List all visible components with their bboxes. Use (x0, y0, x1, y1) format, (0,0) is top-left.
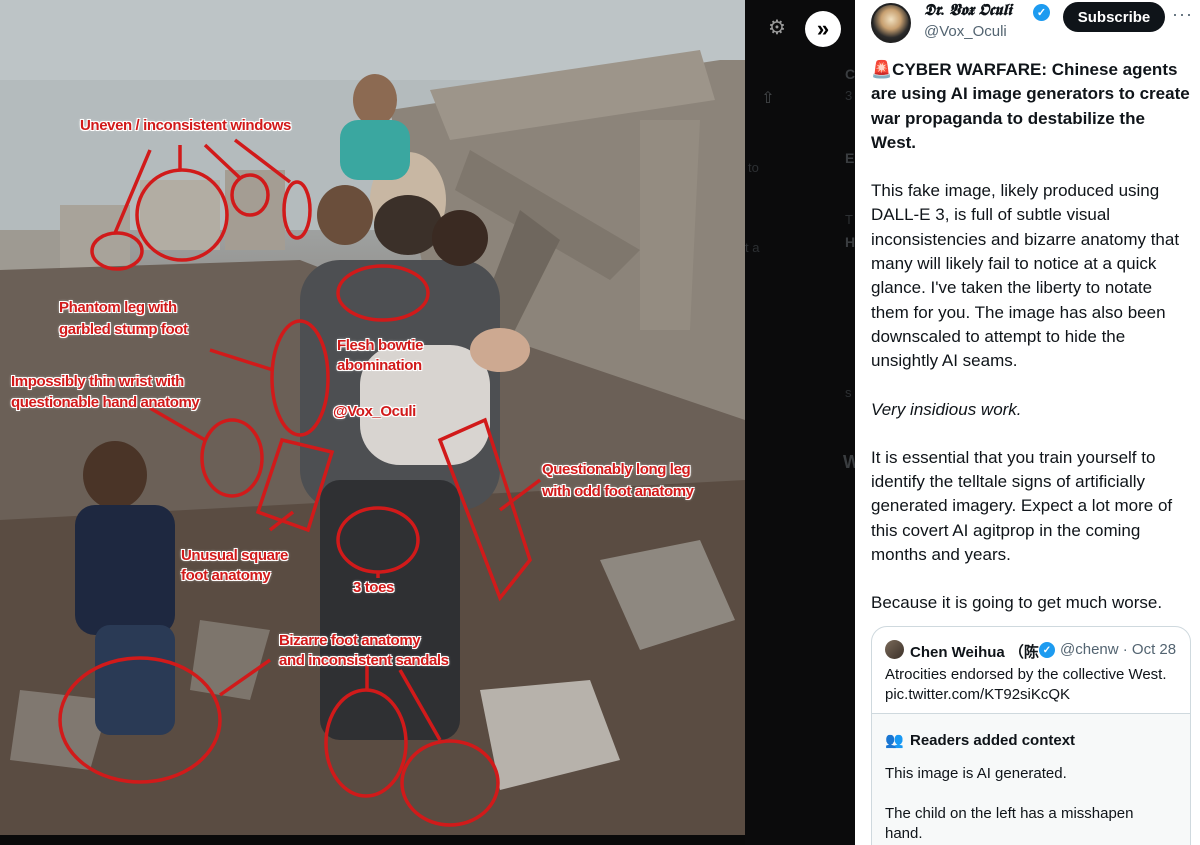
quoted-author-name: Chen Weihua （陈 (910, 644, 1039, 661)
tweet-panel: 𝕯𝖗. 𝖁𝖔𝖝 𝕺𝖈𝖚𝖑𝖎 ✓ @Vox_Oculi Subscribe ···… (855, 0, 1200, 845)
annotation-phantom-leg-2: garbled stump foot (59, 321, 188, 338)
annotation-phantom-leg-1: Phantom leg with (59, 299, 177, 316)
bg-fragment: E (845, 150, 855, 166)
tweet-paragraph: Because it is going to get much worse. (871, 593, 1163, 613)
gear-icon[interactable]: ⚙ (764, 14, 790, 40)
annotation-watermark: @Vox_Oculi (333, 403, 416, 420)
author-handle[interactable]: @Vox_Oculi (924, 23, 1007, 40)
annotation-three-toes: 3 toes (353, 579, 394, 596)
author-display-name[interactable]: 𝕯𝖗. 𝖁𝖔𝖝 𝕺𝖈𝖚𝖑𝖎 (924, 2, 1012, 20)
annotated-photo[interactable]: Uneven / inconsistent windows Phantom le… (0, 0, 745, 835)
bg-fragment: H (845, 234, 855, 250)
annotation-wrist-1: Impossibly thin wrist with (11, 373, 184, 390)
background-timeline: C 3 E to T H t a s W (745, 0, 855, 845)
people-icon: 👥 (885, 732, 904, 749)
quoted-tweet-text: Atrocities endorsed by the collective We… (885, 666, 1167, 703)
community-notes-title: Readers added context (910, 732, 1076, 749)
media-viewer: Uneven / inconsistent windows Phantom le… (0, 0, 855, 845)
annotation-sandals-2: and inconsistent sandals (279, 652, 449, 669)
annotation-bowtie-1: Flesh bowtie (337, 337, 424, 354)
community-notes-text: This image is AI generated. (885, 765, 1067, 782)
more-options-icon[interactable]: ··· (1172, 4, 1193, 25)
annotation-long-leg-2: with odd foot anatomy (542, 483, 694, 500)
bg-fragment: W (843, 452, 855, 472)
verified-badge-icon: ✓ (1039, 642, 1055, 658)
bg-fragment: C (845, 66, 855, 82)
bg-fragment: T (845, 212, 853, 227)
double-chevron-right-icon[interactable]: » (805, 11, 841, 47)
annotation-bowtie-2: abomination (337, 357, 422, 374)
community-notes: 👥 Readers added context This image is AI… (872, 713, 1190, 845)
tweet-paragraph: Very insidious work. (871, 399, 1022, 419)
tweet-paragraph: This fake image, likely produced using D… (871, 181, 1180, 371)
avatar (885, 640, 904, 659)
tweet-headline: 🚨CYBER WARFARE: Chinese agents are using… (871, 60, 1190, 152)
quoted-tweet-card[interactable]: Chen Weihua （陈 ✓ @chenw · Oct 28 Atrocit… (871, 626, 1191, 845)
annotation-wrist-2: questionable hand anatomy (11, 394, 200, 411)
annotation-square-foot-1: Unusual square (181, 547, 288, 564)
share-icon: ⇧ (761, 90, 775, 107)
bg-fragment: s (845, 385, 852, 400)
bg-fragment: t a (745, 240, 760, 255)
tweet-paragraph: It is essential that you train yourself … (871, 447, 1173, 565)
annotation-sandals-1: Bizarre foot anatomy (279, 632, 421, 649)
tweet-text: 🚨CYBER WARFARE: Chinese agents are using… (871, 58, 1193, 640)
bg-fragment: to (748, 160, 759, 175)
quoted-author-meta: @chenw · Oct 28 (1060, 641, 1177, 658)
bg-fragment: 3 (845, 88, 853, 103)
verified-badge-icon: ✓ (1033, 4, 1050, 21)
community-notes-text: The child on the left has a misshapen ha… (885, 805, 1134, 842)
subscribe-button[interactable]: Subscribe (1063, 2, 1165, 32)
avatar[interactable] (871, 3, 911, 43)
annotation-square-foot-2: foot anatomy (181, 567, 271, 584)
annotation-long-leg-1: Questionably long leg (542, 461, 691, 478)
annotation-windows: Uneven / inconsistent windows (80, 117, 291, 134)
